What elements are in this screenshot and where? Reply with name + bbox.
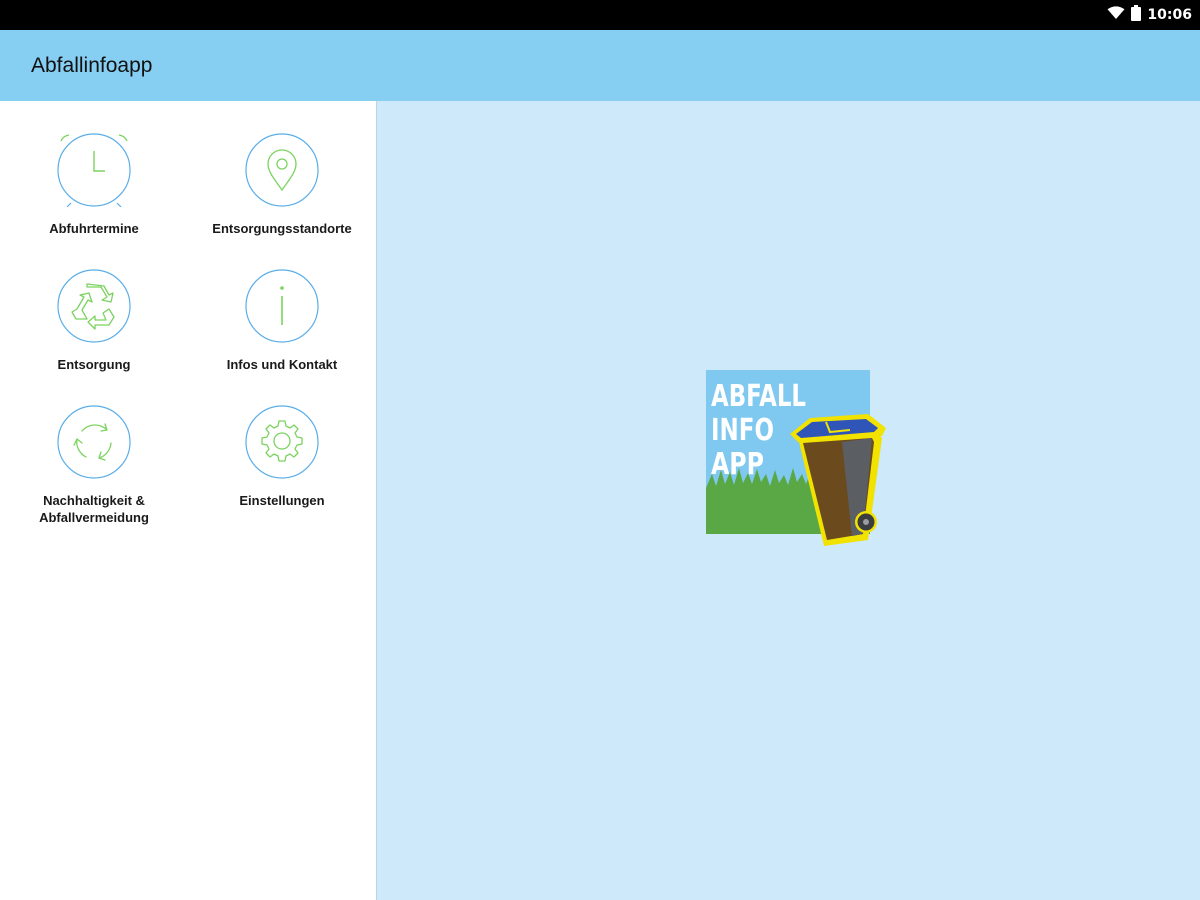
menu-label: Infos und Kontakt (226, 357, 338, 372)
recycle-icon (57, 269, 131, 343)
logo-line-3: APP (711, 447, 764, 482)
menu-item-einstellungen[interactable]: Einstellungen (192, 405, 372, 533)
status-time: 10:06 (1147, 7, 1192, 23)
menu-item-nachhaltigkeit[interactable]: Nachhaltigkeit & Abfallvermeidung (4, 405, 184, 533)
gear-icon (245, 405, 319, 479)
circular-arrows-icon (57, 405, 131, 479)
menu-item-infos-und-kontakt[interactable]: Infos und Kontakt (192, 269, 372, 397)
app-logo: ABFALL INFO APP (706, 370, 886, 550)
logo-line-2: INFO (711, 413, 774, 448)
menu-item-abfuhrtermine[interactable]: Abfuhrtermine (4, 133, 184, 261)
menu-label: Entsorgung (57, 357, 131, 372)
menu-label: Nachhaltigkeit & Abfallvermeidung (39, 493, 149, 525)
alarm-clock-icon (57, 133, 131, 207)
status-icons: 10:06 (1107, 0, 1192, 30)
menu-item-entsorgungsstandorte[interactable]: Entsorgungsstandorte (192, 133, 372, 261)
wifi-icon (1107, 5, 1125, 25)
app-title: Abfallinfoapp (31, 54, 153, 77)
location-pin-icon (245, 133, 319, 207)
sidebar-menu: Abfuhrtermine Entsorgungsstandorte Entso… (0, 101, 377, 900)
battery-icon (1131, 4, 1142, 26)
logo-line-1: ABFALL (711, 379, 806, 414)
main-content: ABFALL INFO APP (377, 101, 1200, 900)
status-bar: 10:06 (0, 0, 1200, 30)
app-bar: Abfallinfoapp (0, 30, 1200, 101)
menu-label: Einstellungen (239, 493, 325, 508)
menu-label: Abfuhrtermine (49, 221, 139, 236)
info-icon (245, 269, 319, 343)
menu-item-entsorgung[interactable]: Entsorgung (4, 269, 184, 397)
menu-label: Entsorgungsstandorte (212, 221, 352, 236)
